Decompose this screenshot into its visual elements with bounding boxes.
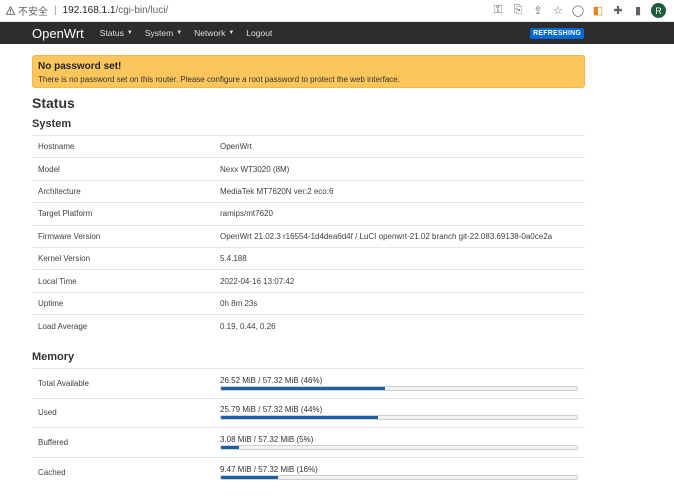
nav-logout[interactable]: Logout (246, 28, 272, 38)
nav-network[interactable]: Network ▼ (194, 28, 234, 38)
table-row: Used 25.79 MiB / 57.32 MiB (44%) (32, 397, 585, 428)
row-key: Architecture (32, 179, 214, 203)
row-value: OpenWrt (214, 134, 585, 158)
row-value: MediaTek MT7620N ver:2 eco:6 (214, 179, 585, 203)
table-row: Load Average 0.19, 0.44, 0.26 (32, 314, 585, 338)
table-row: Kernel Version 5.4.188 (32, 246, 585, 270)
row-value: Nexx WT3020 (8M) (214, 157, 585, 181)
no-password-alert: No password set! There is no password se… (32, 55, 585, 88)
memory-progress-bar (220, 444, 578, 450)
nav-system-label: System (144, 28, 174, 38)
row-value: OpenWrt 21.02.3 r16554-1d4dea6d4f / LuCI… (214, 224, 585, 248)
row-key: Uptime (32, 291, 214, 315)
nav-system[interactable]: System ▼ (145, 28, 182, 38)
chevron-down-icon: ▼ (176, 30, 183, 36)
nav-status[interactable]: Status ▼ (100, 28, 133, 38)
table-row: Uptime 0h 8m 23s (32, 291, 585, 315)
memory-key: Buffered (32, 427, 214, 457)
security-label: 不安全 (18, 7, 48, 18)
memory-value: 25.79 MiB / 57.32 MiB (44%) (220, 405, 323, 415)
top-navbar: OpenWrt Status ▼ System ▼ Network ▼ Logout … (0, 22, 674, 44)
table-row: Target Platform ramips/mt7620 (32, 202, 585, 226)
table-row: Firmware Version OpenWrt 21.02.3 r16554-1… (32, 224, 585, 248)
table-row: Local Time 2022-04-16 13:07:42 (32, 269, 585, 293)
memory-section-title: Memory (32, 351, 75, 363)
memory-value-cell: 3.08 MiB / 57.32 MiB (5%) (214, 427, 585, 457)
row-key: Firmware Version (32, 224, 214, 248)
row-value: 2022-04-16 13:07:42 (214, 269, 585, 293)
memory-progress-fill (221, 475, 278, 479)
row-key: Load Average (32, 314, 214, 338)
memory-key: Total Available (32, 368, 214, 398)
puzzle-icon[interactable]: ✚ (611, 4, 625, 18)
nav-network-label: Network (194, 28, 226, 38)
url-path[interactable]: /cgi-bin/luci/ (115, 5, 168, 16)
browser-address-bar[interactable]: 不安全 | 192.168.1.1/cgi-bin/luci/ ⚿ ⎘ ⇪ ☆ … (0, 0, 674, 22)
table-row: Model Nexx WT3020 (8M) (32, 157, 585, 181)
row-value: 0.19, 0.44, 0.26 (214, 314, 585, 338)
row-key: Kernel Version (32, 246, 214, 270)
table-row: Hostname OpenWrt (32, 134, 585, 158)
memory-value: 9.47 MiB / 57.32 MiB (16%) (220, 464, 318, 474)
nav-status-label: Status (99, 28, 124, 38)
memory-progress-bar (220, 415, 578, 421)
memory-progress-bar (220, 385, 578, 391)
system-table: Hostname OpenWrt Model Nexx WT3020 (8M) Arch… (32, 134, 585, 338)
memory-progress-fill (221, 445, 239, 449)
row-value: 5.4.188 (214, 246, 585, 270)
memory-value-cell: 26.52 MiB / 57.32 MiB (46%) (214, 368, 585, 398)
alert-message: There is no password set on this router.… (38, 75, 400, 84)
table-row: Buffered 3.08 MiB / 57.32 MiB (5%) (32, 427, 585, 457)
key-icon[interactable]: ⚿ (491, 4, 505, 18)
sidebar-icon[interactable]: ▮ (631, 4, 645, 18)
brand-logo[interactable]: OpenWrt (32, 26, 84, 41)
chevron-down-icon: ▼ (126, 30, 133, 36)
row-key: Target Platform (32, 202, 214, 226)
memory-key: Used (32, 397, 214, 428)
memory-key: Cached (32, 456, 214, 487)
profile-avatar[interactable]: R (651, 3, 666, 18)
row-value: 0h 8m 23s (214, 291, 585, 315)
alert-title: No password set! (38, 61, 122, 72)
system-section-title: System (32, 118, 72, 130)
share-icon[interactable]: ⇪ (531, 4, 545, 18)
extension-circle-icon[interactable]: ◯ (571, 4, 585, 18)
memory-table: Total Available 26.52 MiB / 57.32 MiB (46… (32, 368, 585, 487)
memory-value: 3.08 MiB / 57.32 MiB (5%) (220, 434, 314, 444)
row-key: Hostname (32, 134, 214, 158)
refreshing-badge[interactable]: REFRESHING (530, 28, 584, 39)
browser-toolbar: ⚿ ⎘ ⇪ ☆ ◯ ◧ ✚ ▮ R (491, 3, 666, 18)
address-separator: | (54, 5, 57, 16)
security-warning[interactable]: 不安全 (6, 3, 48, 18)
table-row: Cached 9.47 MiB / 57.32 MiB (16%) (32, 456, 585, 487)
warning-icon (6, 6, 15, 15)
memory-value-cell: 25.79 MiB / 57.32 MiB (44%) (214, 397, 585, 428)
bookmark-star-icon[interactable]: ☆ (551, 4, 565, 18)
memory-value-cell: 9.47 MiB / 57.32 MiB (16%) (214, 456, 585, 487)
table-row: Total Available 26.52 MiB / 57.32 MiB (46… (32, 368, 585, 398)
memory-value: 26.52 MiB / 57.32 MiB (46%) (220, 375, 323, 385)
chevron-down-icon: ▼ (228, 30, 235, 36)
memory-progress-fill (221, 416, 378, 420)
memory-progress-fill (221, 386, 385, 390)
url-host[interactable]: 192.168.1.1 (63, 5, 116, 16)
row-key: Local Time (32, 269, 214, 293)
extension-app-icon[interactable]: ◧ (591, 4, 605, 18)
page-title: Status (32, 95, 75, 111)
table-row: Architecture MediaTek MT7620N ver:2 eco:6 (32, 179, 585, 203)
memory-progress-bar (220, 474, 578, 480)
row-value: ramips/mt7620 (214, 202, 585, 226)
row-key: Model (32, 157, 214, 181)
translate-icon[interactable]: ⎘ (511, 4, 525, 18)
